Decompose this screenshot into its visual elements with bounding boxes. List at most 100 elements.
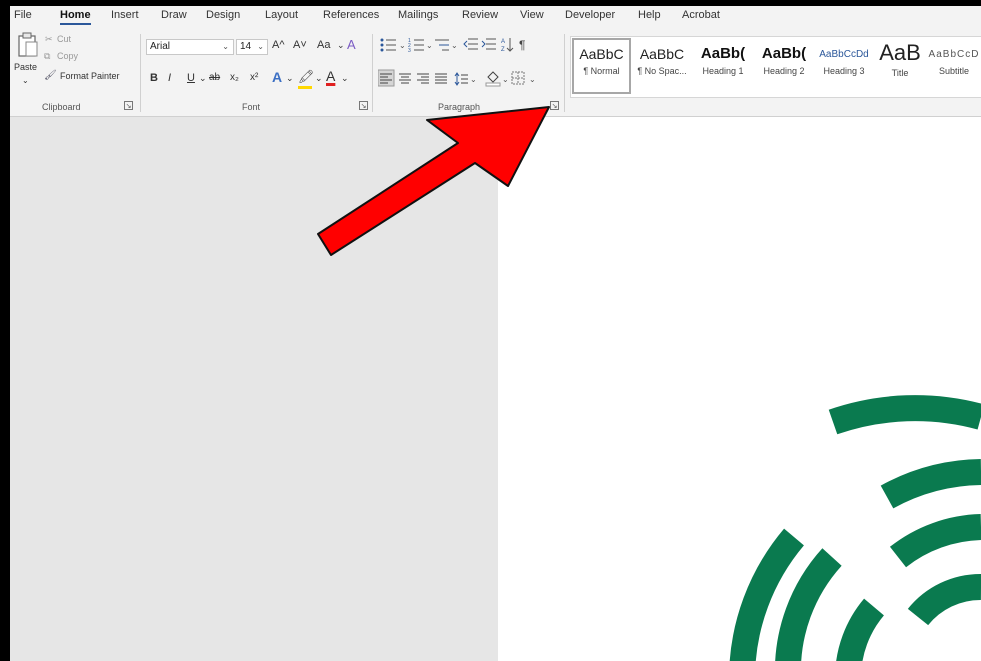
tab-mailings[interactable]: Mailings — [398, 9, 438, 21]
paste-dropdown-icon[interactable]: ⌄ — [22, 76, 29, 85]
justify-icon[interactable] — [435, 73, 447, 84]
paragraph-group-label: Paragraph — [438, 102, 481, 112]
style-heading-3[interactable]: AaBbCcDd Heading 3 — [815, 39, 873, 93]
word-window: File Home Insert Draw Design Layout Refe… — [10, 6, 981, 661]
style-preview: AaBbCcD — [928, 49, 980, 60]
green-arcs-logo — [729, 395, 981, 661]
highlight-color-icon[interactable]: 🖍 — [298, 69, 315, 85]
chevron-down-icon: ⌄ — [341, 73, 349, 83]
copy-icon: ⧉ — [44, 51, 51, 61]
style-label: ¶ No Spac... — [637, 66, 687, 76]
subscript-button[interactable]: x₂ — [230, 72, 239, 83]
style-preview: AaBb( — [700, 45, 746, 62]
style-label: Title — [891, 68, 909, 78]
style-label: Heading 3 — [823, 66, 865, 76]
chevron-down-icon: ⌄ — [529, 75, 536, 84]
chevron-down-icon: ⌄ — [337, 40, 345, 50]
tab-developer[interactable]: Developer — [565, 9, 615, 21]
numbering-icon[interactable]: 123 — [408, 38, 424, 54]
italic-button[interactable]: I — [168, 72, 171, 84]
format-painter-icon: 🖌 — [44, 70, 57, 81]
chevron-down-icon: ⌄ — [286, 73, 294, 83]
font-size-combo[interactable]: 14 ⌄ — [236, 39, 268, 55]
tab-insert[interactable]: Insert — [111, 9, 139, 21]
cut-icon: ✂ — [45, 34, 53, 44]
tab-acrobat[interactable]: Acrobat — [682, 9, 720, 21]
chevron-down-icon: ⌄ — [426, 41, 433, 50]
style-title[interactable]: AaB Title — [875, 39, 925, 93]
tab-draw[interactable]: Draw — [161, 9, 187, 21]
style-preview: AaBbC — [639, 46, 685, 62]
clear-formatting-icon[interactable]: A — [347, 37, 356, 52]
font-name-combo[interactable]: Arial ⌄ — [146, 39, 234, 55]
align-left-selected-bg — [378, 69, 395, 87]
paste-button[interactable]: Paste ⌄ — [14, 32, 42, 90]
style-normal[interactable]: AaBbC ¶ Normal — [572, 38, 631, 94]
text-effects-icon[interactable]: A — [272, 69, 282, 85]
svg-text:A: A — [501, 39, 505, 45]
style-heading-1[interactable]: AaBb( Heading 1 — [693, 39, 753, 93]
font-color-icon[interactable]: A — [326, 68, 335, 84]
clipboard-dialog-launcher[interactable]: ↘ — [124, 101, 133, 110]
format-painter-button[interactable]: Format Painter — [60, 71, 120, 81]
ribbon-tabs: File Home Insert Draw Design Layout Refe… — [10, 6, 981, 28]
font-name-value: Arial — [150, 41, 171, 52]
style-label: Subtitle — [938, 66, 970, 76]
svg-text:Z: Z — [501, 47, 505, 53]
style-no-spacing[interactable]: AaBbC ¶ No Spac... — [633, 39, 691, 93]
style-label: Heading 1 — [702, 66, 744, 76]
tab-view[interactable]: View — [520, 9, 544, 21]
change-case-button[interactable]: Aa — [317, 39, 330, 51]
tab-file[interactable]: File — [14, 9, 32, 21]
align-right-icon[interactable] — [417, 73, 429, 84]
shrink-font-button[interactable]: A˅ — [293, 39, 307, 51]
multilevel-list-icon[interactable] — [435, 39, 449, 51]
strikethrough-button[interactable]: ab — [209, 72, 220, 83]
divider — [140, 34, 141, 112]
style-preview: AaBbCcDd — [819, 49, 869, 60]
tab-references[interactable]: References — [323, 9, 379, 21]
style-subtitle[interactable]: AaBbCcD Subtitle — [927, 39, 981, 93]
divider — [564, 34, 565, 112]
tab-layout[interactable]: Layout — [265, 9, 298, 21]
superscript-button[interactable]: x² — [250, 72, 258, 83]
bold-button[interactable]: B — [150, 72, 158, 84]
paragraph-dialog-launcher[interactable]: ↘ — [550, 101, 559, 110]
screenshot-frame: File Home Insert Draw Design Layout Refe… — [0, 0, 981, 661]
divider — [372, 34, 373, 112]
cut-button[interactable]: Cut — [57, 34, 71, 44]
paragraph-tools: ⌄ 123 ⌄ ⌄ AZ ¶ ⌄ ⌄ ⌄ — [378, 38, 536, 87]
show-formatting-icon[interactable]: ¶ — [519, 38, 525, 52]
tab-home[interactable]: Home — [60, 9, 91, 25]
font-group-label: Font — [242, 102, 261, 112]
style-heading-2[interactable]: AaBb( Heading 2 — [755, 39, 813, 93]
sort-icon[interactable]: AZ — [501, 38, 514, 53]
font-dialog-launcher[interactable]: ↘ — [359, 101, 368, 110]
increase-indent-icon[interactable] — [481, 38, 496, 50]
underline-button[interactable]: U — [187, 72, 195, 84]
tab-help[interactable]: Help — [638, 9, 661, 21]
style-preview: AaB — [879, 40, 921, 65]
decrease-indent-icon[interactable] — [463, 38, 478, 50]
font-size-value: 14 — [240, 41, 252, 52]
document-page[interactable] — [498, 117, 981, 661]
line-spacing-icon[interactable] — [454, 72, 468, 86]
chevron-down-icon: ⌄ — [315, 73, 323, 83]
align-center-icon[interactable] — [399, 73, 411, 84]
shading-icon[interactable] — [485, 71, 501, 87]
copy-button[interactable]: Copy — [57, 51, 78, 61]
style-label: Heading 2 — [763, 66, 805, 76]
style-label: ¶ Normal — [583, 66, 620, 76]
style-preview: AaBbC — [579, 46, 624, 62]
paste-label: Paste — [14, 62, 38, 72]
tab-review[interactable]: Review — [462, 9, 498, 21]
style-preview: AaBb( — [761, 45, 807, 62]
chevron-down-icon: ⌄ — [257, 42, 264, 51]
bullets-icon[interactable] — [380, 38, 397, 52]
tab-design[interactable]: Design — [206, 9, 240, 21]
clipboard-group-label: Clipboard — [42, 102, 81, 112]
chevron-down-icon: ⌄ — [451, 41, 458, 50]
borders-icon[interactable] — [511, 71, 525, 85]
styles-gallery: AaBbC ¶ Normal AaBbC ¶ No Spac... AaBb( … — [570, 36, 981, 98]
grow-font-button[interactable]: A^ — [272, 39, 285, 51]
